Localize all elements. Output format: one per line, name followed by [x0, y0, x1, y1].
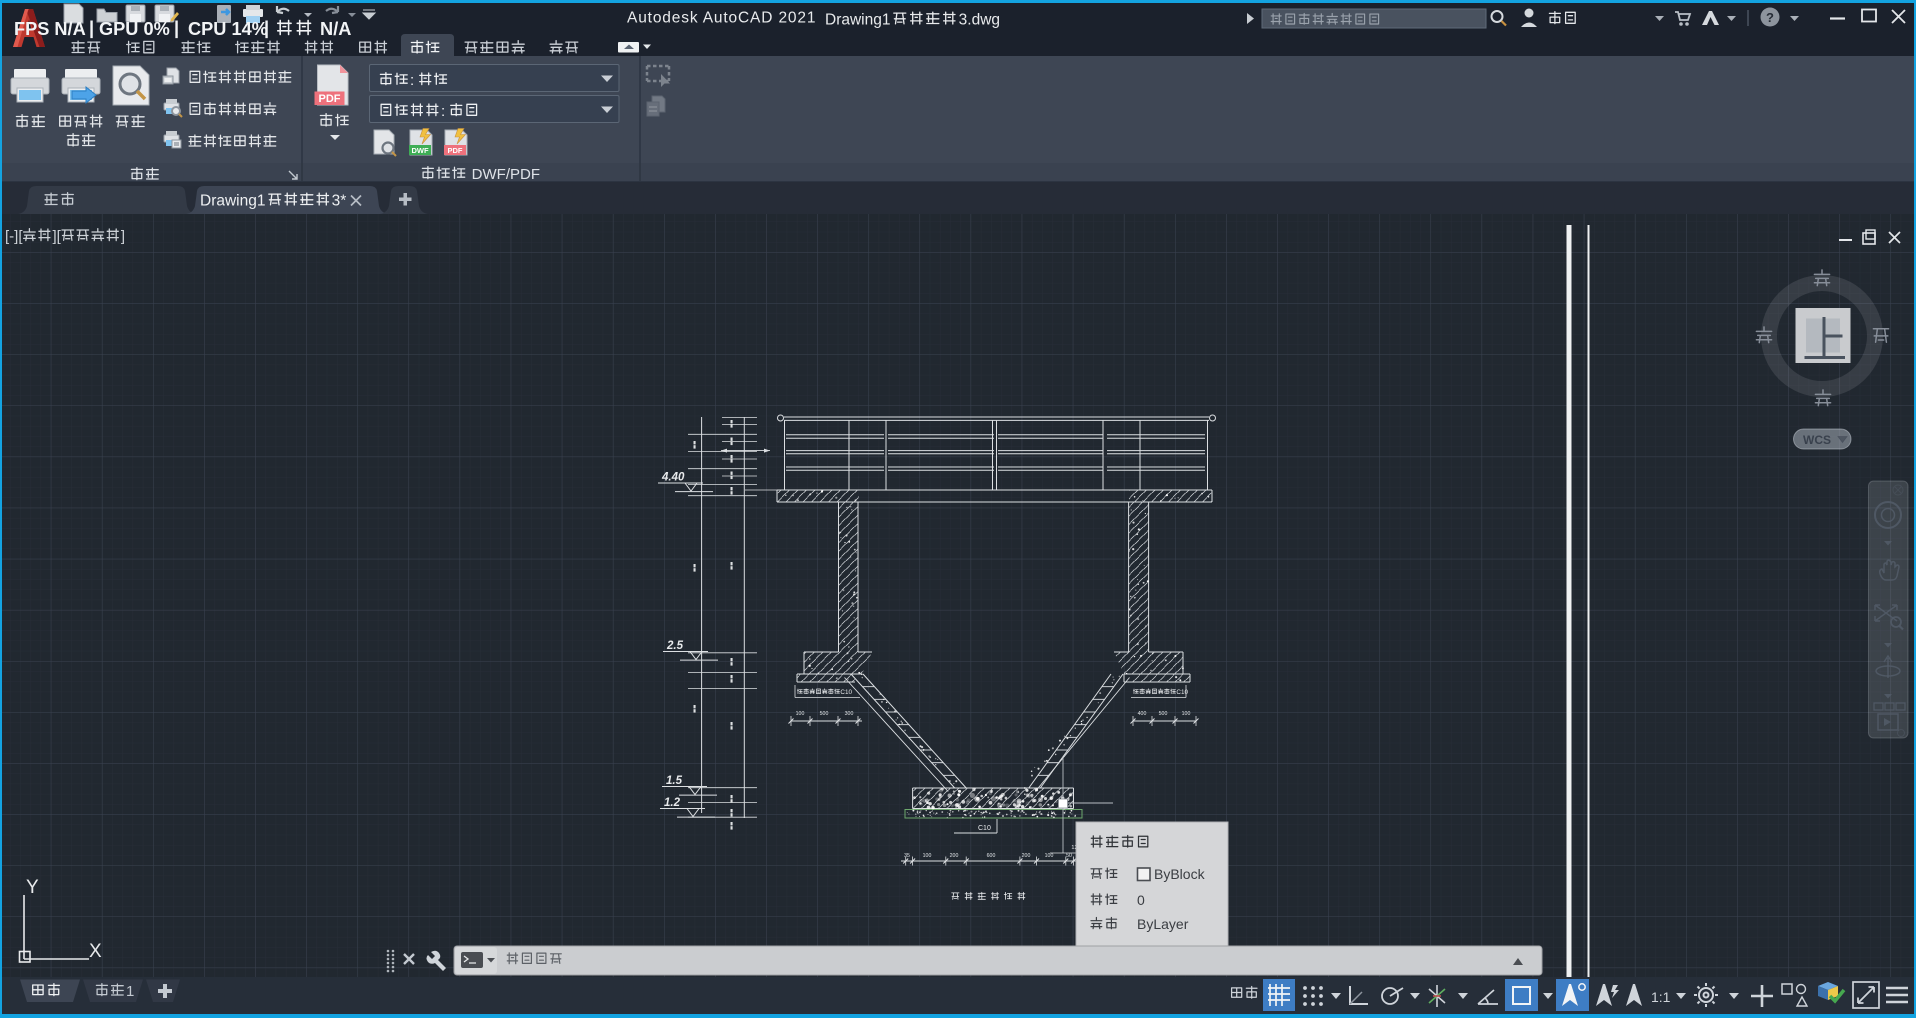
svg-text:ByLayer: ByLayer [1137, 916, 1189, 932]
svg-text:200: 200 [950, 853, 959, 859]
svg-text:Autodesk AutoCAD 2021: Autodesk AutoCAD 2021 [627, 10, 816, 27]
svg-text:PDF: PDF [448, 146, 463, 155]
svg-text:1.5: 1.5 [666, 775, 683, 787]
svg-text:DWF/PDF: DWF/PDF [468, 166, 541, 183]
svg-text:WCS: WCS [1803, 433, 1831, 447]
svg-text:CPU 14%: CPU 14% [188, 19, 268, 39]
svg-text:Drawing1: Drawing1 [200, 192, 265, 209]
svg-text:100: 100 [796, 711, 805, 717]
svg-text:|: | [174, 18, 179, 38]
svg-text::: : [410, 72, 418, 89]
svg-text:|: | [89, 18, 94, 38]
svg-text:Y: Y [26, 877, 39, 898]
svg-text:100: 100 [1045, 853, 1054, 859]
svg-text:500: 500 [1159, 711, 1168, 717]
svg-text:50: 50 [1066, 853, 1072, 859]
svg-text:1.2: 1.2 [664, 797, 681, 809]
svg-text:1:1: 1:1 [1651, 989, 1671, 1005]
svg-text:3*: 3* [332, 192, 347, 209]
svg-text:200: 200 [1022, 853, 1031, 859]
svg-text:2.5: 2.5 [666, 640, 684, 652]
svg-text:1: 1 [126, 983, 134, 1000]
svg-text:0: 0 [1137, 892, 1145, 908]
svg-text:35: 35 [904, 853, 910, 859]
svg-text:4.40: 4.40 [661, 472, 685, 484]
svg-text:100: 100 [1182, 711, 1191, 717]
svg-text:PDF: PDF [319, 93, 341, 105]
svg-text:500: 500 [820, 711, 829, 717]
svg-text:]: ] [121, 228, 125, 245]
svg-text:C10: C10 [840, 689, 852, 696]
svg-text:300: 300 [845, 711, 854, 717]
svg-text:FPS N/A: FPS N/A [14, 19, 86, 39]
svg-text:400: 400 [1138, 711, 1147, 717]
svg-text:100: 100 [923, 853, 932, 859]
svg-text:3.dwg: 3.dwg [959, 11, 1000, 28]
svg-text:X: X [89, 941, 102, 962]
svg-text:DWF: DWF [411, 146, 428, 155]
svg-text:][: ][ [53, 228, 62, 245]
svg-text:C10: C10 [978, 825, 991, 832]
svg-text::: : [441, 103, 449, 120]
svg-text:Drawing1: Drawing1 [825, 11, 890, 28]
svg-text:[-][: [-][ [5, 228, 23, 245]
svg-text:|: | [264, 18, 269, 38]
svg-text:C10: C10 [1176, 689, 1188, 696]
svg-text:GPU 0%: GPU 0% [99, 19, 170, 39]
svg-text:ByBlock: ByBlock [1154, 866, 1206, 882]
svg-text:N/A: N/A [315, 19, 351, 39]
svg-text:600: 600 [987, 853, 996, 859]
svg-text:?: ? [1766, 10, 1774, 25]
